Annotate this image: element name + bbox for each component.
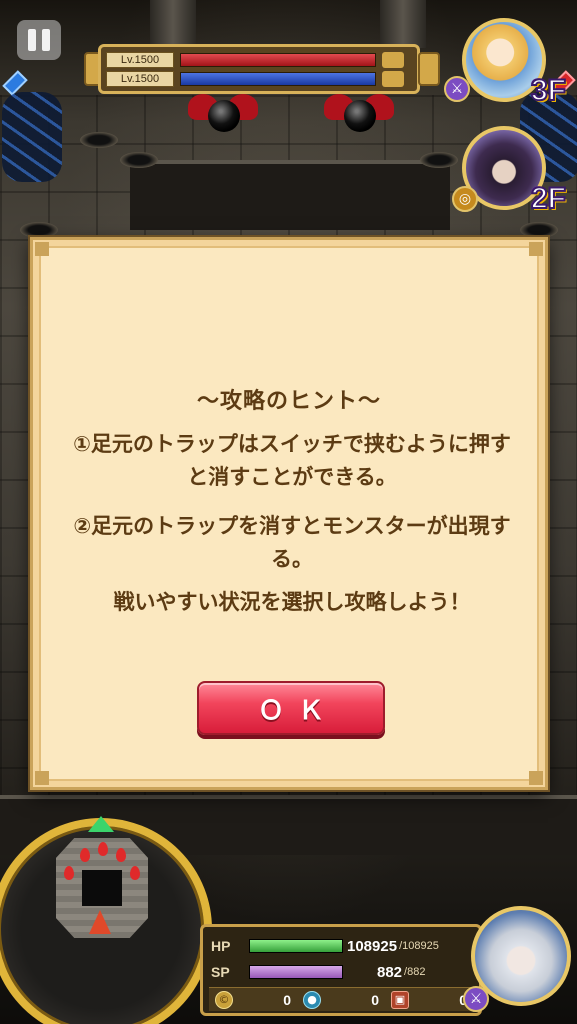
minimap-pit: [82, 870, 122, 906]
stone-pillar: [380, 0, 426, 48]
floor-label: 3F: [530, 73, 567, 108]
resource-row: © 0 ● 0 ▣ 0: [209, 987, 475, 1011]
sp-row: SP 882 /882: [211, 961, 425, 983]
hint-text-2: ②足元のトラップを消すとモンスターが出現する。: [73, 514, 511, 571]
drop-counter: ● 0: [297, 990, 385, 1009]
hp-max: /108925: [399, 940, 439, 952]
sp-bar: [249, 965, 343, 979]
floor-trap: [20, 222, 58, 238]
dialog-corner-ornament: [529, 771, 543, 785]
enemy-marker-icon: [130, 866, 140, 880]
player-status-panel: HP 108925 /108925 SP 882 /882 © 0 ● 0 ▣ …: [200, 924, 482, 1016]
stone-pillar: [150, 0, 196, 48]
coin-icon: ©: [215, 990, 233, 1009]
pause-icon: [28, 29, 36, 51]
drop-value: 0: [371, 991, 379, 1008]
enemy-marker-icon: [116, 848, 126, 862]
party-member-1[interactable]: ⚔ 3F: [444, 18, 572, 108]
dialog-corner-ornament: [35, 242, 49, 256]
hint-text-3: 戦いやすい状況を選択し攻略しよう！: [113, 590, 471, 614]
boss-hp-bar: [180, 53, 376, 67]
dialog-title: ～攻略のヒント～: [196, 389, 381, 414]
boss-level-label: Lv.1500: [106, 71, 174, 87]
enemy-marker-icon: [64, 866, 74, 880]
pause-button[interactable]: [17, 20, 61, 60]
dialog-corner-ornament: [35, 771, 49, 785]
hint-text-1: ①足元のトラップはスイッチで挟むように押すと消すことができる。: [73, 432, 511, 489]
floor-label: 2F: [530, 181, 567, 216]
boss-bar-end-icon: [382, 52, 404, 68]
floor-trap: [520, 222, 558, 238]
coin-counter: © 0: [209, 990, 297, 1009]
sp-value: 882: [377, 963, 403, 981]
boss-panel-cap: [418, 52, 440, 86]
enemy-marker-icon: [98, 842, 108, 856]
sp-label: SP: [211, 964, 230, 980]
minimap-north-arrow-icon: [88, 816, 114, 832]
player-character[interactable]: ⚔: [457, 900, 577, 1020]
boss-row-1: Lv.1500: [106, 51, 404, 69]
hint-dialog: ～攻略のヒント～ ①足元のトラップはスイッチで挟むように押すと消すことができる。…: [30, 237, 548, 790]
sword-icon: ⚔: [463, 986, 489, 1012]
enemy-marker-icon: [80, 848, 90, 862]
red-winged-monster: [188, 94, 258, 134]
dialog-corner-ornament: [529, 242, 543, 256]
boss-row-2: Lv.1500: [106, 70, 404, 88]
floor-trap: [80, 132, 118, 148]
hp-value: 108925: [347, 937, 398, 955]
blue-monster: [2, 92, 62, 182]
boss-level-label: Lv.1500: [106, 52, 174, 68]
sword-icon: ⚔: [444, 76, 470, 102]
floor-trap: [120, 152, 158, 168]
hp-row: HP 108925 /108925: [211, 935, 439, 957]
boss-bar-end-icon: [382, 71, 404, 87]
dungeon-wall: [130, 160, 450, 230]
sp-max: /882: [404, 966, 426, 978]
player-marker-icon: [89, 910, 111, 934]
boss-hp-bar: [180, 72, 376, 86]
drop-icon: ●: [303, 990, 321, 1009]
red-winged-monster: [324, 94, 394, 134]
coin-value: 0: [283, 991, 291, 1008]
chest-icon: ▣: [391, 990, 409, 1009]
ok-button[interactable]: ＯＫ: [197, 681, 385, 735]
boss-hp-panel: Lv.1500 Lv.1500: [84, 44, 440, 94]
hp-bar: [249, 939, 343, 953]
swirl-icon: ◎: [452, 186, 478, 212]
party-member-2[interactable]: ◎ 2F: [452, 126, 572, 216]
hp-label: HP: [211, 938, 231, 954]
